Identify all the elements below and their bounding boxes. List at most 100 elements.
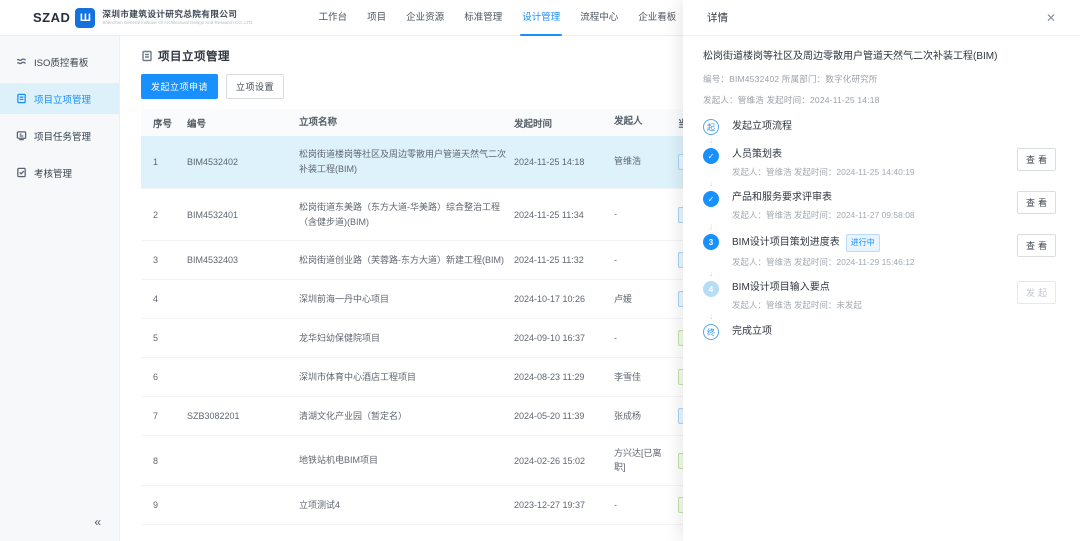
drawer-title: 详情 <box>707 10 728 25</box>
cell-initiator: 方兴达[已离职] <box>614 436 678 485</box>
sidebar-item-iso-dashboard[interactable]: ISO质控看板 <box>0 46 119 77</box>
cell-initiator: 管维浩 <box>614 144 678 180</box>
cell-time: 2024-11-25 11:32 <box>514 244 614 276</box>
cell-name: 松岗街道创业路（芙蓉路-东方大道）新建工程(BIM) <box>299 242 514 279</box>
connector-arrow-icon: ↓ <box>703 311 719 324</box>
cell-name: 龙华妇幼保健院项目 <box>299 320 514 357</box>
connector-arrow-icon: ↓ <box>703 135 719 148</box>
view-button[interactable]: 查看 <box>1017 234 1056 257</box>
sidebar-item-project-initiation[interactable]: 项目立项管理 <box>0 83 119 114</box>
logo: SZAD Ш 深圳市建筑设计研究总院有限公司 Shenzhen General … <box>33 8 254 28</box>
cell-code <box>187 327 299 349</box>
timeline-end-label: 完成立项 <box>732 324 772 340</box>
step-title: BIM设计项目策划进度表 进行中 <box>732 234 915 252</box>
step-meta: 发起人：管维浩 发起时间：未发起 <box>732 299 862 311</box>
step-status-badge: 进行中 <box>846 234 880 252</box>
sidebar-item-project-task[interactable]: 项目任务管理 <box>0 120 119 151</box>
col-header-initiator: 发起人 <box>614 115 678 129</box>
cell-time: 2024-08-23 11:29 <box>514 361 614 393</box>
timeline-step: 3 BIM设计项目策划进度表 进行中 发起人：管维浩 发起时间：2024-11-… <box>703 234 1056 268</box>
timeline-start-marker: 起 <box>703 119 719 135</box>
cell-time: 2024-09-10 16:37 <box>514 322 614 354</box>
cell-time: 2023-12-27 19:37 <box>514 489 614 521</box>
close-icon[interactable]: ✕ <box>1046 11 1056 25</box>
cell-name: 地铁站机电BIM项目 <box>299 442 514 479</box>
project-detail-title: 松岗街道楼岗等社区及周边零散用户管道天然气二次补装工程(BIM) <box>703 49 1056 64</box>
cell-initiator: - <box>614 243 678 279</box>
cell-name: 深圳市体育中心酒店工程项目 <box>299 359 514 396</box>
cell-initiator: 卢媛 <box>614 282 678 318</box>
company-name-en: Shenzhen General Institute Of Architectu… <box>102 20 253 25</box>
step-meta: 发起人：管维浩 发起时间：2024-11-29 15:46:12 <box>732 256 915 268</box>
page-title: 项目立项管理 <box>158 48 230 64</box>
cell-index: 2 <box>141 199 187 231</box>
connector-arrow-icon: ↓ <box>703 221 719 234</box>
project-detail-meta-initiator: 发起人：管维浩 发起时间：2024-11-25 14:18 <box>703 94 1056 106</box>
initiate-button[interactable]: 发起 <box>1017 281 1056 304</box>
cell-name: 立项测试4 <box>299 487 514 524</box>
cell-initiator: 张成杨 <box>614 399 678 435</box>
initiation-timeline: 起 发起立项流程 ↓ ✓ 人员策划表 发起人：管维浩 发起时间：2024-11-… <box>703 119 1056 340</box>
cell-code: BIM4532402 <box>187 146 299 178</box>
step-meta: 发起人：管维浩 发起时间：2024-11-25 14:40:19 <box>732 166 915 178</box>
cell-time: 2024-02-26 15:02 <box>514 445 614 477</box>
detail-drawer: 详情 ✕ 松岗街道楼岗等社区及周边零散用户管道天然气二次补装工程(BIM) 编号… <box>683 0 1080 541</box>
nav-item-enterprise-board[interactable]: 企业看板 <box>628 0 686 36</box>
project-detail-meta-code: 编号：BIM4532402 所属部门：数字化研究所 <box>703 73 1056 85</box>
cell-initiator: 李雪佳 <box>614 360 678 396</box>
cell-index: 7 <box>141 400 187 432</box>
sidebar-item-assessment[interactable]: 考核管理 <box>0 157 119 188</box>
timeline-start-label: 发起立项流程 <box>732 119 792 135</box>
col-header-time: 发起时间 <box>514 116 614 130</box>
nav-item-workbench[interactable]: 工作台 <box>309 0 358 36</box>
step-check-icon: ✓ <box>703 148 719 164</box>
step-title-text: 产品和服务要求评审表 <box>732 191 832 205</box>
timeline-step: ✓ 人员策划表 发起人：管维浩 发起时间：2024-11-25 14:40:19… <box>703 148 1056 178</box>
connector-arrow-icon: ↓ <box>703 178 719 191</box>
col-header-name: 立项名称 <box>299 115 514 131</box>
view-button[interactable]: 查看 <box>1017 191 1056 214</box>
cell-code: BIM4532401 <box>187 199 299 231</box>
nav-item-enterprise-resource[interactable]: 企业资源 <box>396 0 454 36</box>
nav-item-project[interactable]: 项目 <box>357 0 396 36</box>
step-number-marker: 3 <box>703 234 719 250</box>
view-button[interactable]: 查看 <box>1017 148 1056 171</box>
cell-initiator: - <box>614 197 678 233</box>
cell-initiator: - <box>614 321 678 357</box>
sidebar-item-label: 项目立项管理 <box>34 92 91 106</box>
initiation-settings-button[interactable]: 立项设置 <box>226 74 284 99</box>
sidebar-collapse-icon[interactable]: « <box>94 515 101 529</box>
step-title-text: 人员策划表 <box>732 148 782 162</box>
cell-code <box>187 366 299 388</box>
nav-item-standard-management[interactable]: 标准管理 <box>454 0 512 36</box>
cell-code: SZB3082201 <box>187 400 299 432</box>
nav-item-design-management[interactable]: 设计管理 <box>512 0 570 36</box>
tasks-icon <box>16 130 27 141</box>
sidebar-item-label: ISO质控看板 <box>34 55 88 69</box>
timeline-step: ✓ 产品和服务要求评审表 发起人：管维浩 发起时间：2024-11-27 09:… <box>703 191 1056 221</box>
sidebar-item-label: 考核管理 <box>34 166 72 180</box>
cell-index: 3 <box>141 244 187 276</box>
logo-text: SZAD <box>33 10 70 25</box>
cell-name: 松岗街道楼岗等社区及周边零散用户管道天然气二次补装工程(BIM) <box>299 136 514 188</box>
nav-item-process-center[interactable]: 流程中心 <box>570 0 628 36</box>
cell-index: 4 <box>141 283 187 315</box>
cell-index: 9 <box>141 489 187 521</box>
step-number-marker: 4 <box>703 281 719 297</box>
timeline-end-marker: 终 <box>703 324 719 340</box>
start-initiation-button[interactable]: 发起立项申请 <box>141 74 218 99</box>
cell-name: 清湖文化产业园（暂定名） <box>299 398 514 435</box>
szad-logo-icon: Ш <box>75 8 95 28</box>
step-title: 人员策划表 <box>732 148 915 162</box>
checklist-icon <box>16 167 27 178</box>
step-title-text: BIM设计项目输入要点 <box>732 281 830 295</box>
cell-index: 8 <box>141 445 187 477</box>
cell-name: 深圳前海一丹中心项目 <box>299 281 514 318</box>
cell-time: 2024-05-20 11:39 <box>514 400 614 432</box>
document-icon <box>16 93 27 104</box>
cell-index: 1 <box>141 146 187 178</box>
step-title: 产品和服务要求评审表 <box>732 191 915 205</box>
cell-initiator: - <box>614 488 678 524</box>
connector-arrow-icon: ↓ <box>703 268 719 281</box>
cell-time: 2024-11-25 14:18 <box>514 146 614 178</box>
